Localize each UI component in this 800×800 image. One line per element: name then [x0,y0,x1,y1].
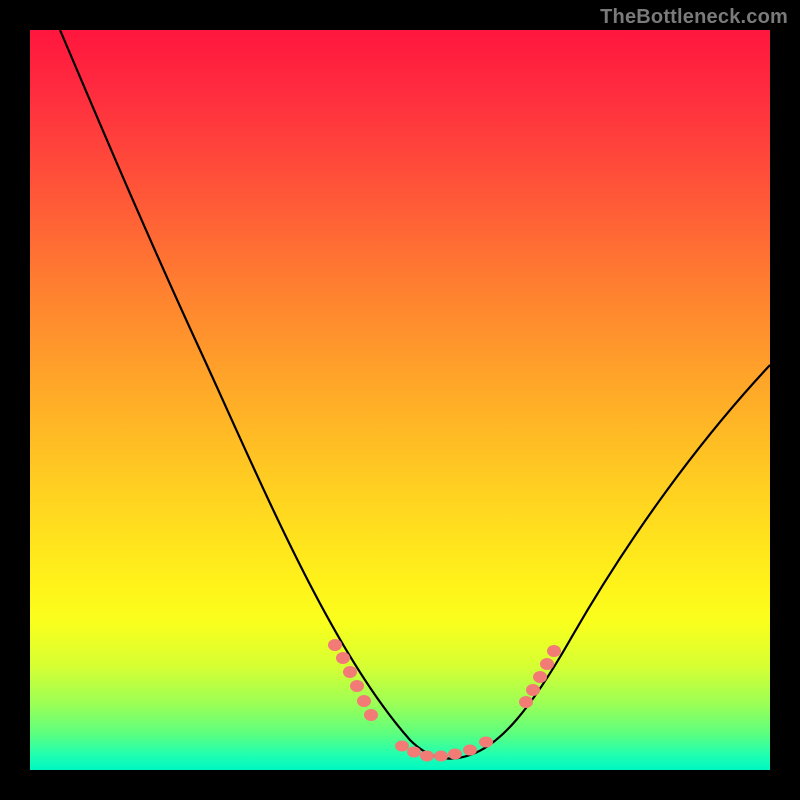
marker-left-cluster [328,639,378,721]
bottleneck-curve [60,30,770,759]
watermark-text: TheBottleneck.com [600,6,788,29]
plot-area [30,30,770,770]
bottleneck-curve-svg [30,30,770,770]
marker-right-cluster [519,645,561,708]
chart-frame: TheBottleneck.com [0,0,800,800]
